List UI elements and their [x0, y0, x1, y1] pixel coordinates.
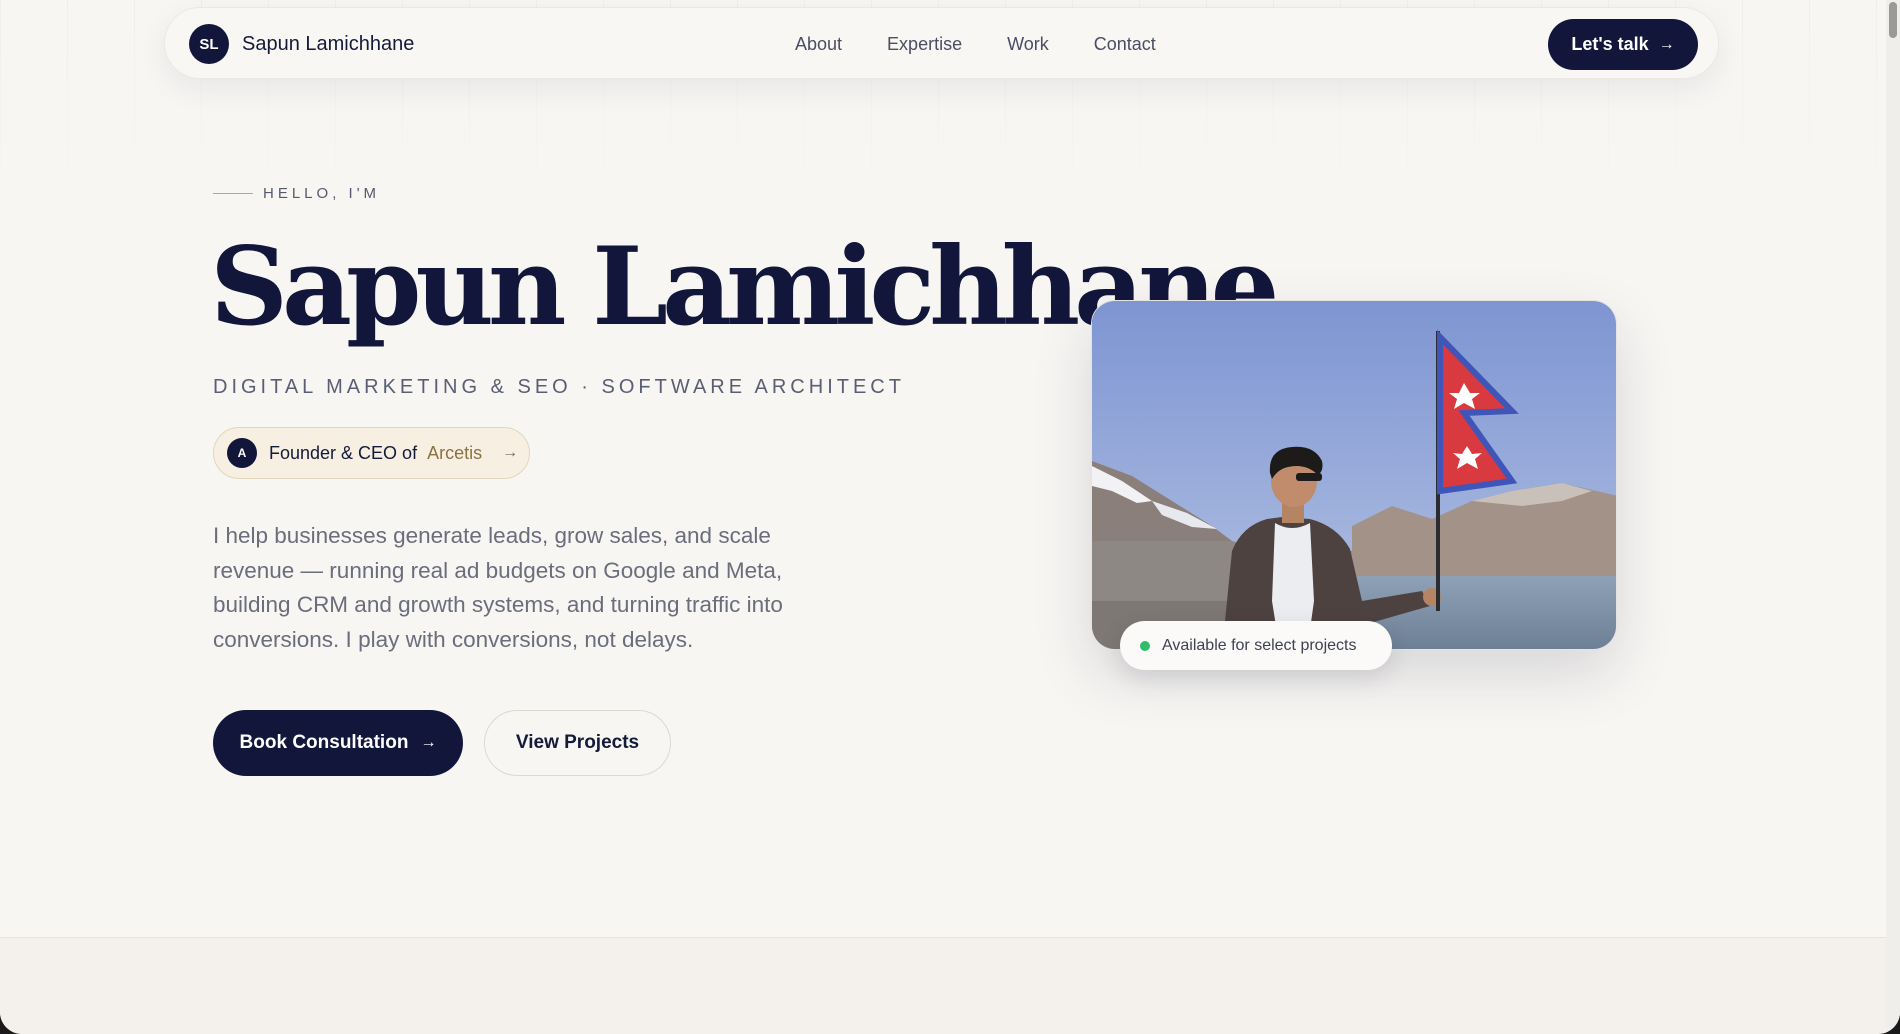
brand-logo: SL	[189, 24, 229, 64]
lets-talk-button[interactable]: Let's talk →	[1548, 19, 1698, 70]
availability-text: Available for select projects	[1162, 636, 1357, 654]
book-consultation-button[interactable]: Book Consultation →	[213, 710, 463, 776]
nav-link-expertise[interactable]: Expertise	[887, 34, 962, 55]
company-logo: A	[227, 438, 257, 468]
view-projects-label: View Projects	[515, 732, 640, 753]
nav-link-contact[interactable]: Contact	[1094, 34, 1156, 55]
book-consultation-label: Book Consultation	[239, 732, 409, 753]
nav-link-work[interactable]: Work	[1007, 34, 1049, 55]
page: SL Sapun Lamichhane About Expertise Work…	[0, 0, 1900, 1034]
arrow-right-icon: →	[420, 734, 437, 751]
hero-role: DIGITAL MARKETING & SEO · SOFTWARE ARCHI…	[213, 376, 905, 398]
brand-name: Sapun Lamichhane	[242, 32, 415, 55]
status-dot-icon	[1140, 640, 1150, 651]
eyebrow-line	[213, 193, 253, 194]
hero-description: I help businesses generate leads, grow s…	[213, 523, 783, 652]
scrollbar-thumb[interactable]	[1889, 2, 1897, 38]
founder-badge[interactable]: A Founder & CEO of Arcetis →	[213, 427, 530, 479]
eyebrow: HELLO, I'M	[213, 185, 380, 202]
nav-link-about[interactable]: About	[795, 34, 842, 55]
arrow-right-icon: →	[502, 444, 519, 461]
photo-illustration	[1092, 301, 1616, 649]
brand[interactable]: SL Sapun Lamichhane	[189, 24, 414, 64]
scrollbar[interactable]	[1886, 0, 1900, 1034]
availability-badge: Available for select projects	[1120, 621, 1392, 670]
next-section	[0, 937, 1886, 1034]
eyebrow-text: HELLO, I'M	[263, 185, 381, 202]
profile-photo	[1091, 300, 1617, 650]
nav-links: About Expertise Work Contact	[795, 8, 1156, 80]
view-projects-button[interactable]: View Projects	[484, 710, 671, 776]
lets-talk-label: Let's talk	[1571, 34, 1649, 54]
founder-label: Founder & CEO of	[269, 442, 418, 463]
navbar: SL Sapun Lamichhane About Expertise Work…	[164, 7, 1719, 79]
arrow-right-icon: →	[1658, 35, 1675, 53]
founder-company: Arcetis	[427, 442, 483, 463]
